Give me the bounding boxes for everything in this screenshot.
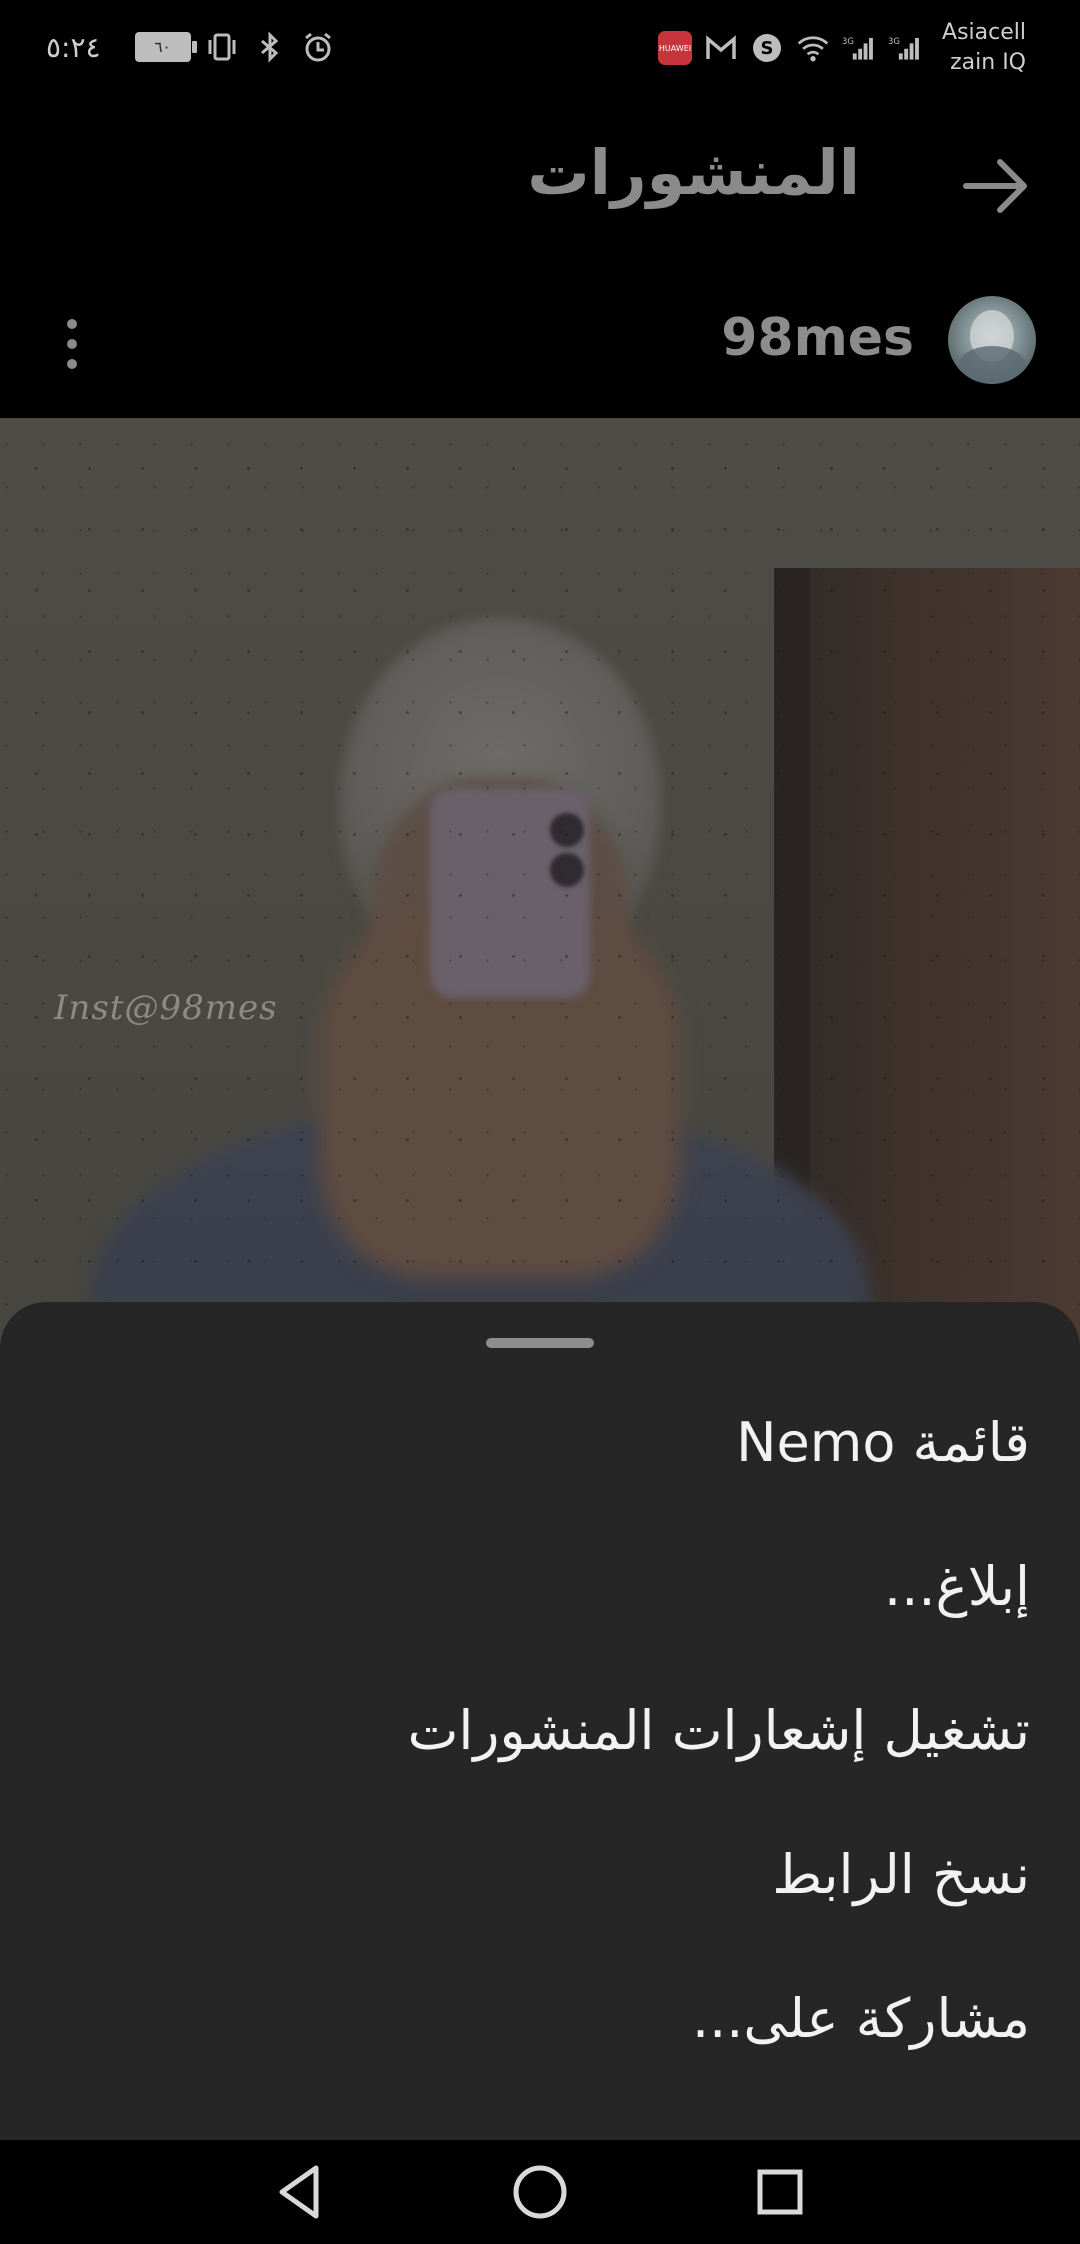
network-type-1: 3G	[842, 37, 854, 47]
carrier-2: zain IQ	[950, 50, 1026, 75]
top-bar: المنشورات	[0, 110, 1080, 260]
status-right: HUAWEI S 3G 3G Asiacell zain IQ	[658, 18, 1026, 78]
avatar[interactable]	[948, 296, 1036, 384]
dust-overlay	[0, 418, 1080, 1418]
menu-item-nemo-menu[interactable]: قائمة Nemo	[0, 1370, 1080, 1514]
watermark: Inst@98mes	[54, 988, 278, 1028]
signal-icon: 3G	[842, 31, 876, 65]
home-circle-icon[interactable]	[504, 2156, 576, 2228]
status-time: ٥:٢٤	[46, 30, 101, 64]
menu-item-label: قائمة Nemo	[736, 1410, 1030, 1474]
status-bar: ٥:٢٤ ٦٠ HUAWEI S 3G 3G Asiacell zain IQ	[0, 0, 1080, 96]
navigation-bar	[0, 2140, 1080, 2244]
signal-icon: 3G	[888, 31, 922, 65]
more-vertical-icon[interactable]	[52, 316, 92, 372]
recents-square-icon[interactable]	[744, 2156, 816, 2228]
battery-icon: ٦٠	[134, 32, 197, 62]
username[interactable]: 98mes	[721, 308, 914, 368]
svg-text:S: S	[761, 38, 774, 59]
s-app-icon: S	[750, 31, 784, 65]
network-type-2: 3G	[888, 37, 900, 47]
options-menu: قائمة Nemo إبلاغ... تشغيل إشعارات المنشو…	[0, 1370, 1080, 2090]
menu-item-label: تشغيل إشعارات المنشورات	[407, 1698, 1030, 1762]
menu-item-label: مشاركة على...	[691, 1986, 1030, 2050]
menu-item-copy-link[interactable]: نسخ الرابط	[0, 1802, 1080, 1946]
huawei-app-icon: HUAWEI	[658, 31, 693, 65]
vibrate-icon	[205, 30, 239, 64]
gmail-icon	[704, 31, 738, 65]
back-triangle-icon[interactable]	[264, 2156, 336, 2228]
menu-item-report[interactable]: إبلاغ...	[0, 1514, 1080, 1658]
bottom-sheet: قائمة Nemo إبلاغ... تشغيل إشعارات المنشو…	[0, 1302, 1080, 2140]
post-image[interactable]: Inst@98mes	[0, 418, 1080, 1418]
carrier-info: Asiacell zain IQ	[942, 18, 1026, 78]
menu-item-label: نسخ الرابط	[772, 1842, 1030, 1906]
menu-item-label: إبلاغ...	[884, 1554, 1030, 1618]
battery-level: ٦٠	[154, 38, 171, 56]
status-left: ٥:٢٤ ٦٠	[46, 26, 335, 68]
page-title: المنشورات	[527, 136, 860, 209]
menu-item-share-to[interactable]: مشاركة على...	[0, 1946, 1080, 2090]
carrier-1: Asiacell	[942, 20, 1026, 45]
screen: ٥:٢٤ ٦٠ HUAWEI S 3G 3G Asiacell zain IQ …	[0, 0, 1080, 2244]
menu-item-turn-on-post-notifications[interactable]: تشغيل إشعارات المنشورات	[0, 1658, 1080, 1802]
alarm-icon	[301, 30, 335, 64]
bluetooth-icon	[253, 30, 287, 64]
drag-handle[interactable]	[486, 1338, 594, 1348]
post-header: 98mes	[0, 280, 1080, 400]
wifi-icon	[796, 31, 830, 65]
arrow-right-icon[interactable]	[956, 146, 1036, 226]
